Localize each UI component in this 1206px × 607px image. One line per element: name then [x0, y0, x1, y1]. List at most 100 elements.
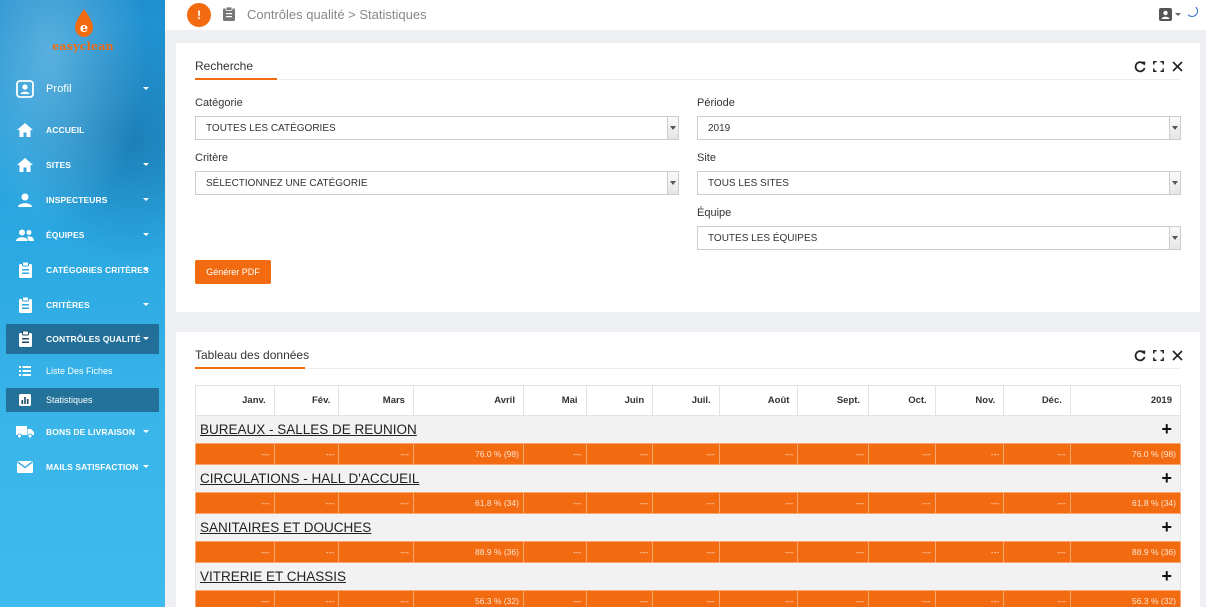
category-cell[interactable]: BUREAUX - SALLES DE REUNION + — [195, 415, 1181, 444]
table-row: --- --- --- 61.8 % (34) --- --- --- --- --- --- --… — [195, 492, 1182, 514]
site-value: Tous les sites — [708, 177, 789, 189]
sidebar-item-mails-satisfaction[interactable]: Mails satisfaction — [6, 452, 159, 482]
sidebar-subitem-liste-des-fiches[interactable]: Liste Des Fiches — [6, 359, 159, 383]
sidebar-item-label: Profil — [46, 83, 72, 95]
chevron-down-icon — [143, 337, 149, 340]
category-name[interactable]: BUREAUX - SALLES DE REUNION — [200, 422, 417, 437]
value-cell: 61.8 % (34) — [1069, 492, 1182, 514]
plus-icon[interactable]: + — [1161, 518, 1172, 536]
panel-divider — [195, 368, 1181, 369]
sidebar-item-label: Bons de livraison — [46, 427, 136, 437]
sidebar-item-label: Catégories critères — [46, 265, 149, 275]
panel-tools — [1133, 349, 1184, 362]
column-header-juil: Juil. — [652, 385, 720, 416]
value-cell: --- — [338, 590, 414, 607]
user-icon — [16, 191, 34, 209]
user-menu-icon[interactable] — [1159, 8, 1172, 21]
value-cell: --- — [195, 492, 275, 514]
value-cell: --- — [652, 541, 720, 563]
close-icon[interactable] — [1171, 349, 1184, 362]
expand-icon[interactable] — [1152, 60, 1165, 73]
value-cell: --- — [1003, 443, 1071, 465]
users-icon — [16, 226, 34, 244]
chevron-down-icon[interactable] — [1169, 117, 1180, 139]
value-cell: 56.3 % (32) — [412, 590, 524, 607]
plus-icon[interactable]: + — [1161, 469, 1172, 487]
clipboard-icon — [223, 7, 235, 21]
sidebar-subitem-label: Liste Des Fiches — [46, 366, 113, 376]
category-cell[interactable]: VITRERIE ET CHASSIS + — [195, 562, 1181, 591]
critere-select[interactable]: Sélectionnez une catégorie — [195, 171, 679, 195]
value-cell: --- — [934, 443, 1005, 465]
sidebar-item-controles-qualite[interactable]: Contrôles qualité — [6, 324, 159, 354]
chevron-down-icon — [143, 268, 149, 271]
chevron-down-icon[interactable] — [667, 172, 678, 194]
value-cell: 61.8 % (34) — [412, 492, 524, 514]
expand-icon[interactable] — [1152, 349, 1165, 362]
categorie-select[interactable]: Toutes les catégories — [195, 116, 679, 140]
plus-icon[interactable]: + — [1161, 420, 1172, 438]
category-name[interactable]: CIRCULATIONS - HALL D'ACCUEIL — [200, 471, 419, 486]
sidebar-item-bons-de-livraison[interactable]: Bons de livraison — [6, 417, 159, 447]
chevron-down-icon[interactable] — [1175, 13, 1181, 16]
close-icon[interactable] — [1171, 60, 1184, 73]
alert-icon[interactable]: ! — [187, 3, 211, 27]
refresh-icon[interactable] — [1133, 349, 1146, 362]
table-body: BUREAUX - SALLES DE REUNION + --- --- --- 76.… — [195, 415, 1182, 607]
profile-card-icon — [16, 80, 34, 98]
chevron-down-icon[interactable] — [1169, 172, 1180, 194]
site-select[interactable]: Tous les sites — [697, 171, 1181, 195]
periode-select[interactable]: 2019 — [697, 116, 1181, 140]
chevron-down-icon — [143, 465, 149, 468]
category-name[interactable]: SANITAIRES ET DOUCHES — [200, 520, 371, 535]
value-cell: --- — [585, 492, 654, 514]
value-cell: --- — [797, 541, 870, 563]
chevron-down-icon[interactable] — [667, 117, 678, 139]
value-cell: --- — [195, 541, 275, 563]
panel-title: Recherche — [195, 59, 254, 73]
sidebar-item-equipes[interactable]: Équipes — [6, 220, 159, 250]
category-name[interactable]: VITRERIE ET CHASSIS — [200, 569, 346, 584]
sidebar-item-sites[interactable]: Sites — [6, 150, 159, 180]
periode-label: Période — [697, 97, 735, 109]
drop-logo-icon: e — [75, 9, 93, 37]
sidebar-item-categories-criteres[interactable]: Catégories critères — [6, 255, 159, 285]
value-cell: --- — [718, 541, 799, 563]
brand-logo[interactable]: e easyclean — [52, 6, 114, 56]
category-cell[interactable]: SANITAIRES ET DOUCHES + — [195, 513, 1181, 542]
refresh-icon[interactable] — [1133, 60, 1146, 73]
panel-title: Tableau des données — [195, 348, 310, 362]
value-cell: --- — [522, 541, 587, 563]
category-row[interactable]: BUREAUX - SALLES DE REUNION + — [195, 415, 1181, 444]
truck-icon — [16, 423, 34, 441]
plus-icon[interactable]: + — [1161, 567, 1172, 585]
bar-chart-icon — [18, 393, 32, 407]
mail-icon — [16, 458, 34, 476]
panel-title-underline — [195, 367, 305, 369]
value-cell: --- — [273, 541, 340, 563]
generate-pdf-button[interactable]: Générer PDF — [195, 260, 271, 284]
sidebar-item-criteres[interactable]: Critères — [6, 290, 159, 320]
category-row[interactable]: CIRCULATIONS - HALL D'ACCUEIL + — [195, 464, 1181, 493]
equipe-select[interactable]: Toutes les équipes — [697, 226, 1181, 250]
sidebar-item-accueil[interactable]: Accueil — [6, 115, 159, 145]
chevron-down-icon — [143, 163, 149, 166]
category-row[interactable]: VITRERIE ET CHASSIS + — [195, 562, 1181, 591]
value-cell: --- — [718, 590, 799, 607]
home-icon — [16, 121, 34, 139]
sidebar-subitem-statistiques[interactable]: Statistiques — [6, 388, 159, 412]
value-cell: --- — [868, 443, 936, 465]
data-table-panel: Tableau des données Janv. Fév. Mars Avri… — [176, 332, 1200, 607]
chevron-down-icon[interactable] — [1169, 227, 1180, 249]
categorie-value: Toutes les catégories — [206, 122, 336, 134]
sidebar-item-profil[interactable]: Profil — [6, 74, 159, 104]
value-cell: --- — [522, 590, 587, 607]
category-cell[interactable]: CIRCULATIONS - HALL D'ACCUEIL + — [195, 464, 1181, 493]
sidebar-item-label: Critères — [46, 300, 90, 310]
chevron-down-icon — [143, 87, 149, 90]
value-cell: 76.0 % (98) — [1069, 443, 1182, 465]
statistics-table: Janv. Fév. Mars Avril Mai Juin Juil. Aoû… — [195, 385, 1182, 607]
sidebar-item-inspecteurs[interactable]: Inspecteurs — [6, 185, 159, 215]
value-cell: --- — [1003, 590, 1071, 607]
category-row[interactable]: SANITAIRES ET DOUCHES + — [195, 513, 1181, 542]
